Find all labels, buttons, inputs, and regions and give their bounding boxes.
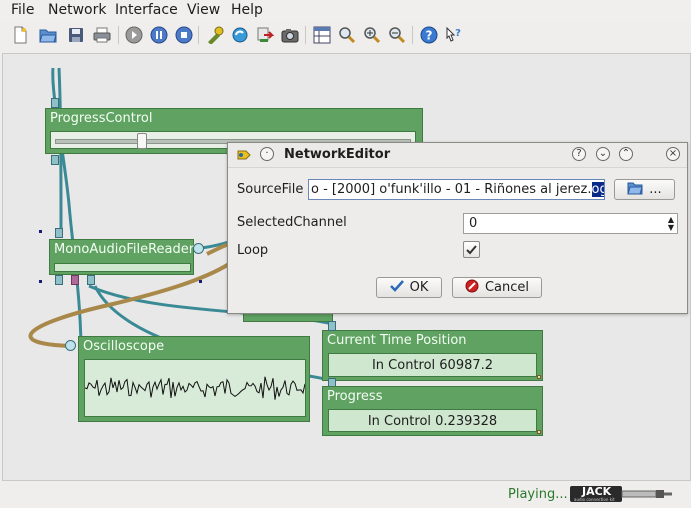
minimize-button[interactable]: ⌄ bbox=[596, 147, 610, 161]
spin-arrows-icon[interactable]: ▲ ▼ bbox=[668, 216, 674, 232]
refresh-icon[interactable] bbox=[230, 25, 250, 45]
port[interactable] bbox=[51, 155, 59, 165]
port[interactable] bbox=[51, 98, 59, 108]
zoom-in-icon[interactable] bbox=[362, 25, 382, 45]
playback-status: Playing... bbox=[508, 487, 568, 502]
stop-icon[interactable] bbox=[174, 25, 194, 45]
selected-channel-label: SelectedChannel bbox=[237, 215, 347, 230]
ok-label: OK bbox=[409, 280, 429, 295]
menu-button-icon[interactable]: · bbox=[260, 147, 274, 161]
oscilloscope-display bbox=[84, 359, 306, 417]
whats-this-button[interactable]: ? bbox=[572, 147, 586, 161]
menu-file[interactable]: File bbox=[11, 2, 34, 18]
selected-channel-spinbox[interactable]: 0 ▲ ▼ bbox=[463, 213, 678, 234]
dialog-titlebar[interactable]: · NetworkEditor ? ⌄ ⌃ × bbox=[228, 143, 687, 168]
node-title: MonoAudioFileReader bbox=[54, 242, 195, 257]
checkmark-icon bbox=[466, 245, 477, 255]
close-button[interactable]: × bbox=[666, 147, 680, 161]
folder-open-icon bbox=[627, 181, 643, 199]
status-bar: Playing... JACK audio connection kit bbox=[0, 482, 691, 508]
control-value: In Control 60987.2 bbox=[371, 358, 494, 373]
waveform bbox=[84, 376, 306, 400]
export-icon[interactable] bbox=[255, 25, 275, 45]
control-value: In Control 0.239328 bbox=[367, 414, 498, 429]
cancel-icon bbox=[465, 279, 479, 297]
oscilloscope-node[interactable]: Oscilloscope bbox=[78, 336, 310, 422]
network-editor-dialog: · NetworkEditor ? ⌄ ⌃ × SourceFile o - [… bbox=[227, 142, 688, 314]
browse-button[interactable]: ... bbox=[614, 179, 675, 200]
grid-icon[interactable] bbox=[312, 25, 332, 45]
mono-audio-file-reader-node[interactable]: MonoAudioFileReader bbox=[49, 239, 194, 275]
control-display: In Control 60987.2 bbox=[328, 353, 537, 377]
selection-handle bbox=[199, 280, 202, 283]
svg-text:?: ? bbox=[455, 28, 461, 39]
cancel-label: Cancel bbox=[484, 280, 530, 295]
port[interactable] bbox=[55, 275, 63, 285]
app-icon bbox=[236, 147, 252, 167]
resize-grip[interactable] bbox=[537, 375, 541, 379]
node-body bbox=[54, 263, 191, 272]
loop-checkbox[interactable] bbox=[463, 241, 480, 258]
svg-text:?: ? bbox=[426, 29, 433, 43]
toolbar: ? ? bbox=[0, 22, 691, 48]
add-processing-icon[interactable] bbox=[205, 25, 225, 45]
dialog-title: NetworkEditor bbox=[284, 147, 391, 162]
help-icon[interactable]: ? bbox=[419, 25, 439, 45]
menu-help[interactable]: Help bbox=[231, 2, 263, 18]
browse-label: ... bbox=[649, 182, 662, 197]
current-time-position-node[interactable]: Current Time Position In Control 60987.2 bbox=[322, 330, 543, 381]
whats-this-icon[interactable]: ? bbox=[444, 25, 464, 45]
control-port-knob[interactable] bbox=[65, 340, 76, 351]
port[interactable] bbox=[55, 228, 63, 238]
ok-button[interactable]: OK bbox=[376, 277, 442, 298]
control-port-knob[interactable] bbox=[193, 243, 204, 254]
port[interactable] bbox=[328, 321, 336, 331]
progress-node[interactable]: Progress In Control 0.239328 bbox=[322, 386, 543, 436]
jack-sublabel: audio connection kit bbox=[574, 497, 615, 502]
print-icon[interactable] bbox=[92, 25, 112, 45]
node-title: ProgressControl bbox=[50, 111, 153, 126]
source-file-label: SourceFile bbox=[237, 182, 304, 197]
maximize-button[interactable]: ⌃ bbox=[619, 147, 633, 161]
open-icon[interactable] bbox=[38, 25, 58, 45]
jack-indicator[interactable]: JACK audio connection kit bbox=[570, 485, 674, 503]
source-file-input[interactable]: o - [2000] o'funk'illo - 01 - Riñones al… bbox=[308, 179, 605, 200]
selection-handle bbox=[39, 230, 42, 233]
check-icon bbox=[389, 279, 404, 296]
source-file-selection: ogg bbox=[591, 182, 604, 197]
node-title: Current Time Position bbox=[327, 333, 467, 348]
menu-view[interactable]: View bbox=[187, 2, 220, 18]
source-file-text: o - [2000] o'funk'illo - 01 - Riñones al… bbox=[311, 182, 604, 197]
port[interactable] bbox=[87, 275, 95, 285]
zoom-fit-icon[interactable] bbox=[337, 25, 357, 45]
selected-channel-value: 0 bbox=[469, 216, 478, 231]
port[interactable] bbox=[71, 275, 79, 285]
selection-handle bbox=[39, 280, 42, 283]
save-icon[interactable] bbox=[66, 25, 86, 45]
node-title: Oscilloscope bbox=[83, 339, 165, 354]
resize-grip[interactable] bbox=[537, 430, 541, 434]
cancel-button[interactable]: Cancel bbox=[452, 277, 542, 298]
new-icon[interactable] bbox=[10, 25, 30, 45]
menu-bar: File Network Interface View Help bbox=[0, 0, 691, 22]
zoom-out-icon[interactable] bbox=[387, 25, 407, 45]
slider-handle[interactable] bbox=[137, 133, 147, 149]
camera-icon[interactable] bbox=[280, 25, 300, 45]
loop-label: Loop bbox=[237, 243, 269, 258]
pause-icon[interactable] bbox=[149, 25, 169, 45]
control-display: In Control 0.239328 bbox=[328, 409, 537, 432]
menu-network[interactable]: Network bbox=[48, 2, 106, 18]
step-icon[interactable] bbox=[124, 25, 144, 45]
menu-interface[interactable]: Interface bbox=[115, 2, 178, 18]
node-title: Progress bbox=[327, 389, 383, 404]
